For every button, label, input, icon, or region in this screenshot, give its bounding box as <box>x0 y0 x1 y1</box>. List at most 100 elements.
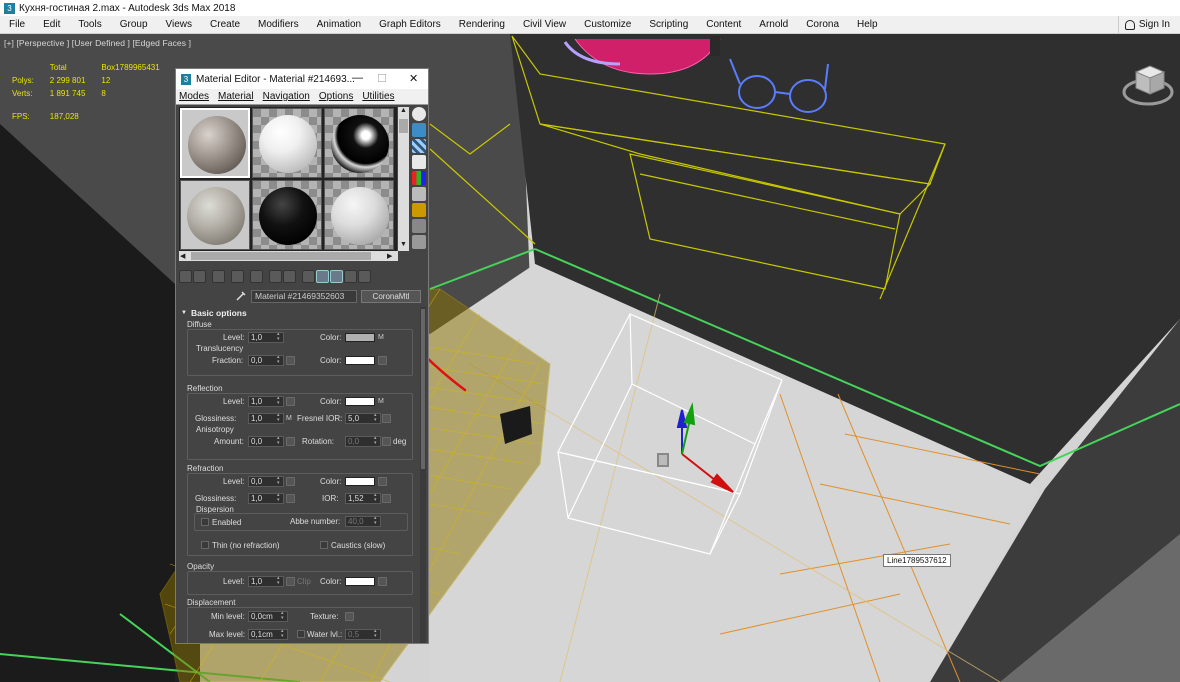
abbe-number-spinner[interactable]: 40,0 <box>345 516 381 527</box>
fresnel-map-button[interactable] <box>382 414 391 423</box>
go-forward-to-sibling-icon[interactable] <box>358 269 371 283</box>
refraction-map-button[interactable] <box>378 477 387 486</box>
me-menu-utilities[interactable]: Utilities <box>362 91 394 102</box>
menu-graph-editors[interactable]: Graph Editors <box>370 19 450 30</box>
water-level-spinner[interactable]: 0,5 <box>345 629 381 640</box>
dispersion-enabled-checkbox[interactable] <box>201 518 209 526</box>
menu-tools[interactable]: Tools <box>69 19 110 30</box>
refraction-level-map-button[interactable] <box>286 477 295 486</box>
reflection-glossiness-spinner[interactable]: 1,0 <box>248 413 284 424</box>
refraction-glossiness-spinner[interactable]: 1,0 <box>248 493 284 504</box>
water-level-checkbox[interactable] <box>297 630 305 638</box>
me-menu-options[interactable]: Options <box>319 91 353 102</box>
backlight-icon[interactable] <box>412 123 426 137</box>
menu-help[interactable]: Help <box>848 19 887 30</box>
scroll-right-icon[interactable]: ▶ <box>387 252 392 260</box>
background-checker-icon[interactable] <box>412 139 426 153</box>
material-name-field[interactable]: Material #21469352603 <box>251 289 357 303</box>
menu-create[interactable]: Create <box>201 19 249 30</box>
rotation-map-button[interactable] <box>382 437 391 446</box>
scroll-left-icon[interactable]: ◀ <box>180 252 185 260</box>
menu-views[interactable]: Views <box>157 19 202 30</box>
displacement-texture-button[interactable] <box>345 612 354 621</box>
scroll-down-icon[interactable]: ▼ <box>400 241 407 248</box>
me-menu-material[interactable]: Material <box>218 91 254 102</box>
show-end-result-icon[interactable] <box>316 269 329 283</box>
diffuse-color-swatch[interactable] <box>345 333 375 342</box>
close-button[interactable]: ✕ <box>409 72 418 85</box>
material-type-button[interactable]: CoronaMtl <box>361 289 421 303</box>
diffuse-level-spinner[interactable]: 1,0 <box>248 332 284 343</box>
anisotropy-amount-map-button[interactable] <box>286 437 295 446</box>
menu-customize[interactable]: Customize <box>575 19 640 30</box>
fraction-spinner[interactable]: 0,0 <box>248 355 284 366</box>
material-id-channel-icon[interactable] <box>283 269 296 283</box>
refraction-level-spinner[interactable]: 0,0 <box>248 476 284 487</box>
reflection-level-spinner[interactable]: 1,0 <box>248 396 284 407</box>
glossiness-map-button[interactable]: M <box>286 415 292 422</box>
reset-material-icon[interactable] <box>231 269 244 283</box>
make-preview-icon[interactable] <box>412 187 426 201</box>
minimize-button[interactable]: — <box>352 72 363 84</box>
anisotropy-amount-spinner[interactable]: 0,0 <box>248 436 284 447</box>
parameters-scrollbar[interactable] <box>420 307 426 643</box>
menu-corona[interactable]: Corona <box>797 19 848 30</box>
menu-modifiers[interactable]: Modifiers <box>249 19 308 30</box>
displacement-min-spinner[interactable]: 0,0cm <box>248 611 288 622</box>
select-by-material-icon[interactable] <box>412 219 426 233</box>
sample-slot-6[interactable] <box>324 180 394 250</box>
menu-content[interactable]: Content <box>697 19 750 30</box>
fraction-map-button[interactable] <box>286 356 295 365</box>
opacity-map-button[interactable] <box>378 577 387 586</box>
menu-arnold[interactable]: Arnold <box>750 19 797 30</box>
displacement-max-spinner[interactable]: 0,1cm <box>248 629 288 640</box>
material-editor-titlebar[interactable]: 3 Material Editor - Material #214693... … <box>176 69 428 89</box>
basic-options-rollout[interactable]: ▼ Basic options <box>179 307 419 319</box>
menu-rendering[interactable]: Rendering <box>450 19 514 30</box>
opacity-color-swatch[interactable] <box>345 577 375 586</box>
diffuse-map-button[interactable]: M <box>378 334 384 341</box>
sample-slot-4[interactable] <box>180 180 250 250</box>
menu-group[interactable]: Group <box>111 19 157 30</box>
menu-animation[interactable]: Animation <box>308 19 370 30</box>
slots-hscroll-thumb[interactable] <box>191 252 371 260</box>
sample-uv-tiling-icon[interactable] <box>412 155 426 169</box>
put-to-scene-icon[interactable] <box>193 269 206 283</box>
me-menu-navigation[interactable]: Navigation <box>263 91 310 102</box>
slots-vscroll-thumb[interactable] <box>399 119 408 133</box>
translucency-map-button[interactable] <box>378 356 387 365</box>
scroll-up-icon[interactable]: ▲ <box>400 107 407 114</box>
go-to-parent-icon[interactable] <box>344 269 357 283</box>
sign-in-button[interactable]: Sign In <box>1117 16 1180 33</box>
pick-material-eyedropper-icon[interactable] <box>235 290 247 302</box>
show-shaded-material-icon[interactable] <box>302 269 315 283</box>
options-icon[interactable] <box>412 203 426 217</box>
slots-horizontal-scrollbar[interactable]: ◀ ▶ <box>179 251 398 261</box>
sample-type-sphere-icon[interactable] <box>412 107 426 121</box>
reflection-level-map-button[interactable] <box>286 397 295 406</box>
assign-to-selection-icon[interactable] <box>212 269 225 283</box>
fresnel-ior-spinner[interactable]: 5,0 <box>345 413 381 424</box>
opacity-level-map-button[interactable] <box>286 577 295 586</box>
sample-slot-3[interactable] <box>324 108 394 178</box>
show-map-in-viewport-icon[interactable] <box>330 269 343 283</box>
ior-spinner[interactable]: 1,52 <box>345 493 381 504</box>
sample-slot-5[interactable] <box>252 180 322 250</box>
reflection-map-button[interactable]: M <box>378 398 384 405</box>
slots-vertical-scrollbar[interactable]: ▲ ▼ <box>398 107 409 251</box>
clip-label[interactable]: Clip <box>297 577 311 586</box>
maximize-button[interactable]: ☐ <box>377 72 387 85</box>
refraction-color-swatch[interactable] <box>345 477 375 486</box>
menu-civil-view[interactable]: Civil View <box>514 19 575 30</box>
put-to-library-icon[interactable] <box>269 269 282 283</box>
video-color-check-icon[interactable] <box>412 171 426 185</box>
sample-slot-1[interactable] <box>180 108 250 178</box>
menu-scripting[interactable]: Scripting <box>640 19 697 30</box>
ior-map-button[interactable] <box>382 494 391 503</box>
make-unique-icon[interactable] <box>250 269 263 283</box>
anisotropy-rotation-spinner[interactable]: 0,0 <box>345 436 381 447</box>
material-map-navigator-icon[interactable] <box>412 235 426 249</box>
reflection-color-swatch[interactable] <box>345 397 375 406</box>
sample-slot-2[interactable] <box>252 108 322 178</box>
parameters-scroll-thumb[interactable] <box>421 309 425 469</box>
